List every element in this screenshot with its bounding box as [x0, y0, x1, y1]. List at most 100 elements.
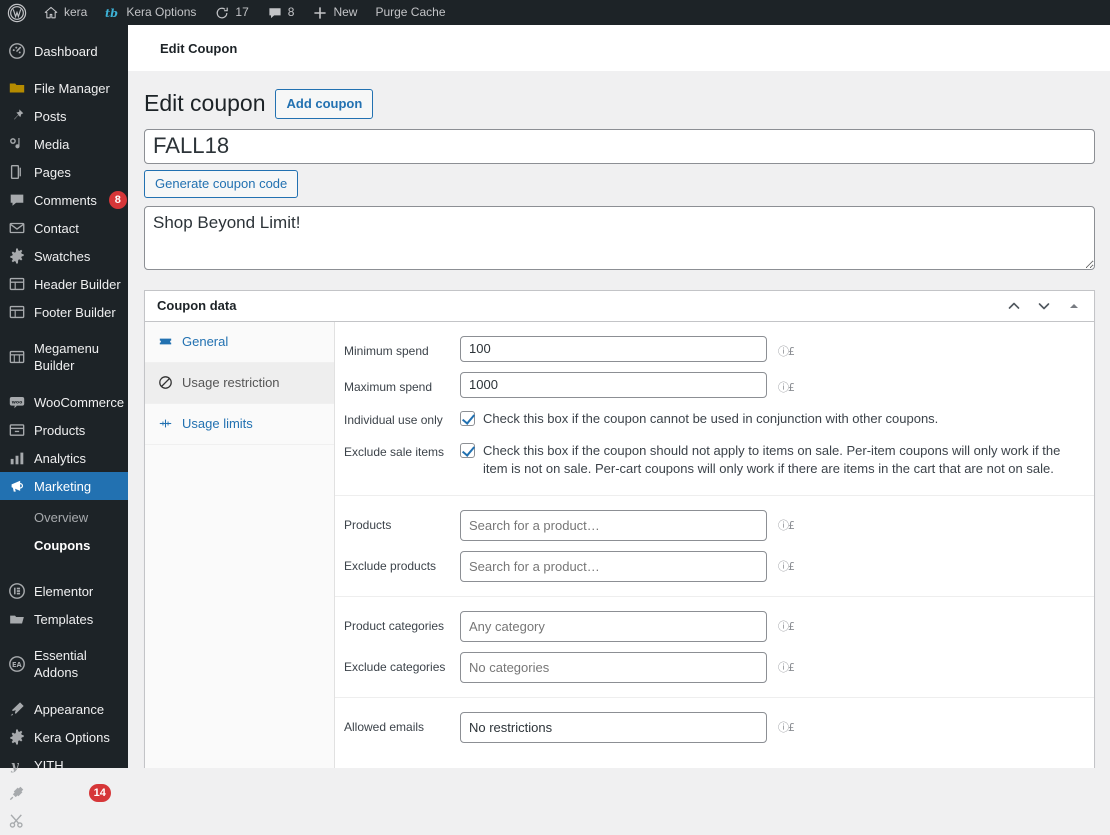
- maximum-spend-input[interactable]: [460, 371, 767, 398]
- exclude-categories-select[interactable]: No categories: [460, 651, 767, 683]
- adminbar-item-label: 17: [235, 5, 249, 19]
- adminbar-item-purge-cache[interactable]: Purge Cache: [366, 0, 454, 25]
- adminbar-item-8[interactable]: 8: [258, 0, 304, 25]
- sidebar-subitem-overview[interactable]: Overview: [0, 504, 128, 532]
- coupon-code-input[interactable]: [144, 128, 1095, 164]
- sidebar-item-yith[interactable]: y YITH: [0, 751, 128, 779]
- elementor-icon: [0, 582, 34, 600]
- help-tip-icon[interactable]: ⓘ£: [778, 618, 795, 634]
- sidebar-item-label: Products: [34, 422, 86, 438]
- sidebar-item-dashboard[interactable]: Dashboard: [0, 37, 128, 65]
- sidebar-item-snippets[interactable]: Snippets: [0, 807, 128, 835]
- dashboard-icon: [0, 42, 34, 60]
- sidebar-item-label: Marketing: [34, 478, 92, 494]
- menu-separator: [0, 633, 128, 642]
- coupon-description-textarea[interactable]: Shop Beyond Limit!: [144, 205, 1095, 270]
- adminbar-item-label: Kera Options: [126, 5, 197, 19]
- adminbar-item-kera-options[interactable]: tb Kera Options: [96, 0, 205, 25]
- topbar-title: Edit Coupon: [160, 40, 238, 56]
- pages-icon: [0, 163, 34, 181]
- field-label: Individual use only: [344, 412, 443, 427]
- sidebar-item-label: Header Builder: [34, 276, 121, 292]
- add-coupon-button[interactable]: Add coupon: [275, 89, 374, 119]
- page-topbar: Edit Coupon: [128, 25, 1110, 71]
- exclude-sale-items-checkbox[interactable]: [460, 443, 475, 459]
- plug-icon: [0, 784, 34, 802]
- tab-label: Usage restriction: [182, 374, 280, 390]
- sidebar-item-label: Comments: [34, 192, 97, 208]
- sidebar-item-header-builder[interactable]: Header Builder: [0, 270, 128, 298]
- brush-icon: [0, 700, 34, 718]
- updates-icon: [214, 5, 230, 21]
- sidebar-item-megamenu-builder[interactable]: Megamenu Builder: [0, 335, 128, 379]
- sidebar-item-label: Appearance: [34, 701, 105, 717]
- tab-general[interactable]: General: [145, 322, 334, 363]
- adminbar-item-kera[interactable]: kera: [34, 0, 96, 25]
- sidebar-item-label: Contact: [34, 220, 79, 236]
- plus-icon: [312, 5, 328, 21]
- sidebar-item-products[interactable]: Products: [0, 416, 128, 444]
- ticket-icon: [157, 334, 173, 349]
- products-select[interactable]: Search for a product…: [460, 509, 767, 541]
- chevron-up-icon[interactable]: [1006, 298, 1022, 314]
- sidebar-item-label: WooCommerce: [34, 394, 125, 410]
- options-group: Product categories Any category ⓘ£ Exclude …: [335, 597, 1094, 698]
- toggle-panel-icon[interactable]: [1066, 298, 1082, 314]
- layout-icon: [0, 303, 34, 321]
- sidebar-item-posts[interactable]: Posts: [0, 102, 128, 130]
- admin-bar: kera tb Kera Options 17 8 New Purge Cache: [0, 0, 1110, 25]
- sidebar-item-contact[interactable]: Contact: [0, 214, 128, 242]
- sidebar-item-file-manager[interactable]: File Manager: [0, 74, 128, 102]
- sidebar-item-plugins[interactable]: Plugins 14: [0, 779, 128, 807]
- sidebar-item-swatches[interactable]: Swatches: [0, 242, 128, 270]
- no-entry-icon: [157, 375, 173, 390]
- svg-text:EA: EA: [12, 661, 23, 669]
- chevron-down-icon[interactable]: [1036, 298, 1052, 314]
- coupon-panel-body: Minimum spend ⓘ£ Maximum spend ⓘ£ Individual…: [335, 322, 1094, 768]
- woocommerce-icon: woo: [0, 393, 34, 411]
- kera-options-icon: tb: [105, 5, 121, 21]
- individual-use-only-checkbox[interactable]: [460, 410, 475, 426]
- sidebar-item-analytics[interactable]: Analytics: [0, 444, 128, 472]
- tab-usage-limits[interactable]: Usage limits: [145, 404, 334, 445]
- layout-icon: [0, 275, 34, 293]
- sidebar-item-pages[interactable]: Pages: [0, 158, 128, 186]
- options-group: Allowed emails No restrictions ⓘ£: [335, 698, 1094, 757]
- sidebar-item-media[interactable]: Media: [0, 130, 128, 158]
- sidebar-item-kera-options[interactable]: Kera Options: [0, 723, 128, 751]
- exclude-products-select[interactable]: Search for a product…: [460, 550, 767, 582]
- product-categories-select[interactable]: Any category: [460, 610, 767, 642]
- sidebar-item-appearance[interactable]: Appearance: [0, 695, 128, 723]
- help-tip-icon[interactable]: ⓘ£: [778, 343, 795, 359]
- menu-separator: [0, 65, 128, 74]
- sidebar-item-essential-addons[interactable]: EA Essential Addons: [0, 642, 128, 686]
- tab-label: General: [182, 333, 229, 349]
- options-group: Products Search for a product… ⓘ£ Exclude p…: [335, 496, 1094, 597]
- minimum-spend-input[interactable]: [460, 335, 767, 362]
- sidebar-subitem-coupons[interactable]: Coupons: [0, 532, 128, 560]
- adminbar-item-new[interactable]: New: [303, 0, 366, 25]
- sidebar-item-footer-builder[interactable]: Footer Builder: [0, 298, 128, 326]
- sidebar-item-marketing[interactable]: Marketing: [0, 472, 136, 500]
- page-header: Edit coupon Add coupon: [144, 89, 1094, 119]
- field-label: Products: [344, 517, 392, 532]
- sidebar-item-label: Media: [34, 136, 70, 152]
- adminbar-item-17[interactable]: 17: [205, 0, 257, 25]
- generate-coupon-code-button[interactable]: Generate coupon code: [144, 169, 299, 198]
- help-tip-icon[interactable]: ⓘ£: [778, 659, 795, 675]
- help-tip-icon[interactable]: ⓘ£: [778, 558, 795, 574]
- adminbar-item-wordpress-logo-icon[interactable]: [0, 0, 34, 25]
- yith-icon: y: [0, 756, 34, 774]
- tab-usage-restriction[interactable]: Usage restriction: [145, 362, 334, 404]
- help-tip-icon[interactable]: ⓘ£: [778, 379, 795, 395]
- sidebar-item-comments[interactable]: Comments 8: [0, 186, 128, 214]
- help-tip-icon[interactable]: ⓘ£: [778, 517, 795, 533]
- coupon-panel: General Usage restriction Usage limits Min…: [145, 321, 1094, 768]
- sidebar-item-elementor[interactable]: Elementor: [0, 577, 128, 605]
- allowed-emails-select[interactable]: No restrictions: [460, 711, 767, 743]
- menu-separator: [0, 326, 128, 335]
- sidebar-item-templates[interactable]: Templates: [0, 605, 128, 633]
- sidebar-item-woocommerce[interactable]: woo WooCommerce: [0, 388, 128, 416]
- svg-text:y: y: [10, 758, 20, 773]
- help-tip-icon[interactable]: ⓘ£: [778, 719, 795, 735]
